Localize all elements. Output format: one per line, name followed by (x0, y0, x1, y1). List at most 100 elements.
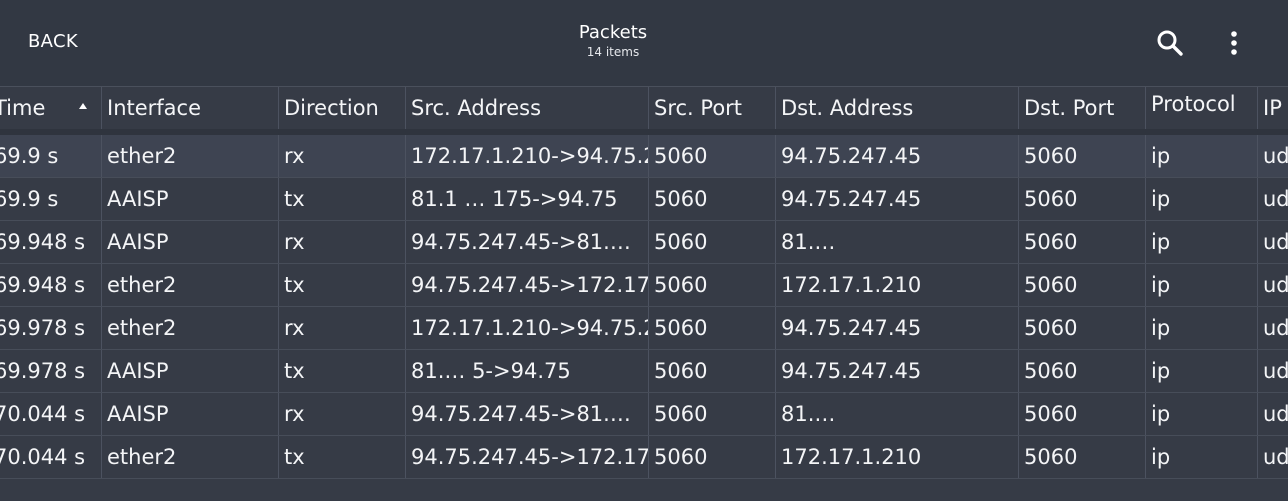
cell-interface: ether2 (101, 264, 278, 306)
cell-ip: udp (1257, 221, 1288, 263)
cell-src-port: 5060 (648, 135, 775, 177)
cell-dst-port: 5060 (1018, 393, 1145, 435)
table-row[interactable]: 70.044 s AAISP rx 94.75.247.45->81.… 5060 81.… (0, 393, 1288, 436)
cell-direction: tx (278, 436, 405, 478)
item-count: 14 items (586, 45, 640, 59)
cell-src-address: 81.1 … 175->94.75 (405, 178, 648, 220)
cell-dst-address: 94.75.247.45 (775, 350, 1018, 392)
top-app-bar: BACK Packets 14 items (0, 0, 1288, 86)
column-header-protocol[interactable]: Protocol (1145, 87, 1257, 129)
sort-asc-icon (79, 103, 87, 109)
cell-src-port: 5060 (648, 436, 775, 478)
cell-protocol: ip (1145, 350, 1257, 392)
cell-src-port: 5060 (648, 393, 775, 435)
search-icon[interactable] (1155, 28, 1185, 58)
cell-time: 70.044 s (0, 402, 86, 426)
cell-protocol: ip (1145, 436, 1257, 478)
column-header-ip[interactable]: IP (1257, 87, 1288, 129)
cell-ip: udp (1257, 393, 1288, 435)
cell-time: 70.044 s (0, 445, 86, 469)
cell-src-address: 94.75.247.45->172.17.1 (405, 436, 648, 478)
cell-direction: rx (278, 307, 405, 349)
cell-protocol: ip (1145, 264, 1257, 306)
cell-src-port: 5060 (648, 307, 775, 349)
cell-dst-address: 81.… (775, 221, 1018, 263)
column-header-dst-port[interactable]: Dst. Port (1018, 87, 1145, 129)
column-header-src-port[interactable]: Src. Port (648, 87, 775, 129)
table-row[interactable]: 70.044 s ether2 tx 94.75.247.45->172.17.1 50… (0, 436, 1288, 479)
cell-dst-address: 81.… (775, 393, 1018, 435)
column-header-src-address[interactable]: Src. Address (405, 87, 648, 129)
cell-time: 69.9 s (0, 187, 59, 211)
cell-ip: udp (1257, 264, 1288, 306)
cell-dst-port: 5060 (1018, 221, 1145, 263)
more-vert-icon[interactable] (1224, 28, 1244, 58)
cell-interface: AAISP (101, 221, 278, 263)
cell-time: 69.948 s (0, 273, 86, 297)
table-row[interactable]: 69.948 s ether2 tx 94.75.247.45->172.17.1 50… (0, 264, 1288, 307)
cell-src-address: 94.75.247.45->172.17.1 (405, 264, 648, 306)
cell-direction: tx (278, 178, 405, 220)
cell-protocol: ip (1145, 221, 1257, 263)
cell-src-port: 5060 (648, 178, 775, 220)
column-header-dst-address[interactable]: Dst. Address (775, 87, 1018, 129)
table-row[interactable]: 69.978 s ether2 rx 172.17.1.210->94.75.24 50… (0, 307, 1288, 350)
table-row[interactable]: 69.9 s ether2 rx 172.17.1.210->94.75.24 5060… (0, 135, 1288, 178)
cell-src-port: 5060 (648, 221, 775, 263)
cell-src-port: 5060 (648, 264, 775, 306)
cell-interface: AAISP (101, 393, 278, 435)
cell-interface: ether2 (101, 436, 278, 478)
table-row[interactable]: 69.978 s AAISP tx 81.… 5->94.75 5060 94.75.24… (0, 350, 1288, 393)
cell-ip: udp (1257, 350, 1288, 392)
cell-dst-address: 94.75.247.45 (775, 178, 1018, 220)
cell-ip: udp (1257, 307, 1288, 349)
table-row[interactable]: 69.9 s AAISP tx 81.1 … 175->94.75 5060 94.75.… (0, 178, 1288, 221)
cell-dst-port: 5060 (1018, 436, 1145, 478)
cell-direction: rx (278, 393, 405, 435)
cell-dst-port: 5060 (1018, 350, 1145, 392)
cell-direction: rx (278, 221, 405, 263)
cell-direction: rx (278, 135, 405, 177)
cell-dst-address: 172.17.1.210 (775, 436, 1018, 478)
column-header-interface[interactable]: Interface (101, 87, 278, 129)
cell-dst-port: 5060 (1018, 264, 1145, 306)
cell-dst-port: 5060 (1018, 135, 1145, 177)
cell-ip: udp (1257, 178, 1288, 220)
cell-direction: tx (278, 350, 405, 392)
cell-time: 69.978 s (0, 316, 86, 340)
cell-direction: tx (278, 264, 405, 306)
cell-dst-address: 94.75.247.45 (775, 135, 1018, 177)
cell-interface: AAISP (101, 178, 278, 220)
table-header-row: Time Interface Direction Src. Address Sr… (0, 86, 1288, 129)
table-row[interactable]: 69.948 s AAISP rx 94.75.247.45->81.… 5060 81.… (0, 221, 1288, 264)
column-header-time[interactable]: Time (0, 87, 101, 129)
packets-table: Time Interface Direction Src. Address Sr… (0, 86, 1288, 129)
cell-protocol: ip (1145, 135, 1257, 177)
back-button[interactable]: BACK (28, 31, 78, 52)
page-title: Packets (578, 22, 648, 43)
column-header-direction[interactable]: Direction (278, 87, 405, 129)
cell-ip: udp (1257, 135, 1288, 177)
cell-dst-address: 172.17.1.210 (775, 264, 1018, 306)
cell-protocol: ip (1145, 178, 1257, 220)
cell-time: 69.948 s (0, 230, 86, 254)
cell-dst-port: 5060 (1018, 178, 1145, 220)
cell-interface: AAISP (101, 350, 278, 392)
cell-ip: udp (1257, 436, 1288, 478)
cell-time: 69.978 s (0, 359, 86, 383)
cell-src-address: 172.17.1.210->94.75.24 (405, 135, 648, 177)
table-body: 69.9 s ether2 rx 172.17.1.210->94.75.24 5060… (0, 135, 1288, 479)
cell-src-port: 5060 (648, 350, 775, 392)
cell-src-address: 94.75.247.45->81.… (405, 393, 648, 435)
cell-interface: ether2 (101, 135, 278, 177)
packets-screen: BACK Packets 14 items Time (0, 0, 1288, 501)
cell-interface: ether2 (101, 307, 278, 349)
cell-dst-address: 94.75.247.45 (775, 307, 1018, 349)
cell-src-address: 172.17.1.210->94.75.24 (405, 307, 648, 349)
cell-protocol: ip (1145, 393, 1257, 435)
cell-dst-port: 5060 (1018, 307, 1145, 349)
column-header-label: Time (0, 96, 46, 120)
cell-src-address: 94.75.247.45->81.… (405, 221, 648, 263)
cell-src-address: 81.… 5->94.75 (405, 350, 648, 392)
title-block: Packets 14 items (513, 22, 713, 60)
